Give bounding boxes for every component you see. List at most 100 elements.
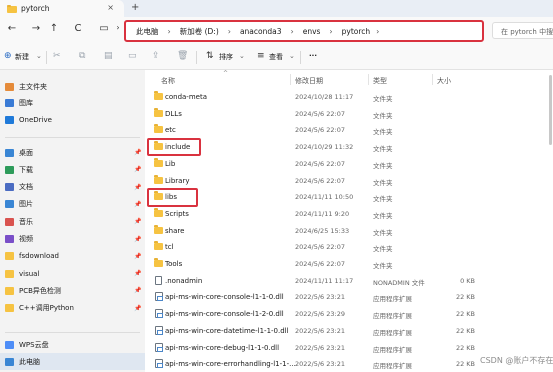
up-icon[interactable]: ↑	[47, 23, 61, 34]
pin-icon[interactable]: 📌	[134, 184, 141, 191]
search-input[interactable]: 在 pytorch 中搜索	[492, 22, 553, 39]
folder-icon	[154, 174, 163, 184]
folder-icon	[154, 241, 163, 251]
rename-icon[interactable]: ▭	[128, 51, 137, 61]
sidebar-item[interactable]: 音乐 📌	[0, 213, 145, 230]
breadcrumb-end-chevron-icon[interactable]: ›	[376, 27, 379, 36]
sidebar-item-icon	[5, 115, 14, 124]
cut-icon[interactable]: ✂	[53, 51, 61, 61]
monitor-icon[interactable]: ▭	[97, 23, 111, 34]
view-button[interactable]: 查看	[269, 52, 283, 62]
file-row[interactable]: api-ms-win-core-debug-l1-1-0.dll 2022/5/6…	[145, 340, 553, 357]
paste-icon[interactable]: ▤	[104, 51, 113, 61]
chevron-right-icon[interactable]: ›	[111, 23, 125, 32]
sort-button[interactable]: 排序	[219, 52, 233, 62]
breadcrumb-this-pc[interactable]: 此电脑	[136, 26, 159, 37]
scrollbar[interactable]	[549, 75, 552, 145]
sidebar-item[interactable]: 桌面 📌	[0, 144, 145, 161]
file-type: 文件夹	[373, 128, 393, 137]
sidebar-item[interactable]: fsdownload 📌	[0, 248, 145, 265]
sidebar-item[interactable]: 图库	[0, 95, 145, 112]
sidebar-item-icon	[5, 357, 14, 366]
pin-icon[interactable]: 📌	[134, 253, 141, 260]
file-row[interactable]: include 2024/10/29 11:32 文件夹	[145, 139, 553, 156]
pin-icon[interactable]: 📌	[134, 305, 141, 312]
sidebar-item[interactable]: OneDrive	[0, 111, 145, 128]
file-row[interactable]: .nonadmin 2024/11/11 11:17 NONADMIN 文件 0 KB	[145, 273, 553, 290]
more-options-button[interactable]: ···	[309, 52, 317, 60]
sidebar-item[interactable]: 下载 📌	[0, 161, 145, 178]
forward-icon[interactable]: →	[29, 23, 43, 34]
delete-icon[interactable]: 🗑	[177, 51, 188, 61]
column-header-type[interactable]: 类型	[373, 76, 387, 86]
column-header-date[interactable]: 修改日期	[295, 76, 323, 86]
file-row[interactable]: tcl 2024/5/6 22:07 文件夹	[145, 239, 553, 256]
pin-icon[interactable]: 📌	[134, 149, 141, 156]
breadcrumb-drive-d[interactable]: 新加卷 (D:)	[180, 26, 219, 37]
chevron-down-icon[interactable]: ⌄	[239, 52, 245, 60]
breadcrumb-separator[interactable]: ›	[228, 27, 231, 36]
sidebar-item[interactable]: WPS云盘	[0, 336, 145, 353]
address-bar[interactable]: 此电脑 › 新加卷 (D:) › anaconda3 › envs › pyto…	[124, 20, 484, 42]
chevron-down-icon[interactable]: ⌄	[36, 52, 42, 60]
file-row[interactable]: libs 2024/11/11 10:50 文件夹	[145, 189, 553, 206]
breadcrumb-pytorch[interactable]: pytorch	[342, 27, 371, 36]
sidebar-item[interactable]: visual 📌	[0, 265, 145, 282]
pin-icon[interactable]: 📌	[134, 270, 141, 277]
file-row[interactable]: Library 2024/5/6 22:07 文件夹	[145, 173, 553, 190]
copy-icon[interactable]: ⧉	[79, 51, 85, 61]
file-type: 文件夹	[373, 111, 393, 120]
sidebar-item[interactable]: 文档 📌	[0, 179, 145, 196]
chevron-down-icon[interactable]: ⌄	[289, 52, 295, 60]
tab-pytorch[interactable]: pytorch ×	[0, 0, 124, 17]
new-tab-button[interactable]: +	[131, 2, 139, 13]
file-type: 文件夹	[373, 145, 393, 154]
refresh-icon[interactable]: C	[71, 23, 85, 34]
share-icon[interactable]: ⇪	[152, 51, 160, 61]
file-row[interactable]: share 2024/6/25 15:33 文件夹	[145, 223, 553, 240]
pin-icon[interactable]: 📌	[134, 166, 141, 173]
sidebar-item-icon	[5, 165, 14, 174]
view-icon: ≡	[257, 51, 265, 61]
file-row[interactable]: Scripts 2024/11/11 9:20 文件夹	[145, 206, 553, 223]
sidebar-divider	[5, 332, 140, 333]
pin-icon[interactable]: 📌	[134, 218, 141, 225]
pin-icon[interactable]: 📌	[134, 201, 141, 208]
file-name: Library	[165, 176, 190, 185]
sidebar-item[interactable]: PCB异色检测 📌	[0, 282, 145, 299]
file-row[interactable]: etc 2024/5/6 22:07 文件夹	[145, 122, 553, 139]
breadcrumb-separator[interactable]: ›	[291, 27, 294, 36]
file-row[interactable]: Tools 2024/5/6 22:07 文件夹	[145, 256, 553, 273]
pin-icon[interactable]: 📌	[134, 236, 141, 243]
sidebar-item[interactable]: C++调用Python 📌	[0, 300, 145, 317]
file-type: 文件夹	[373, 262, 393, 270]
column-divider[interactable]	[290, 74, 291, 85]
breadcrumb-envs[interactable]: envs	[303, 27, 321, 36]
column-divider[interactable]	[368, 74, 369, 85]
file-date: 2024/11/11 11:17	[295, 276, 354, 285]
file-row[interactable]: api-ms-win-core-console-l1-2-0.dll 2022/5…	[145, 306, 553, 323]
file-date: 2024/11/11 10:50	[295, 193, 354, 202]
file-row[interactable]: conda-meta 2024/10/28 11:17 文件夹	[145, 89, 553, 106]
file-row[interactable]: api-ms-win-core-datetime-l1-1-0.dll 2022/…	[145, 323, 553, 340]
file-date: 2024/5/6 22:07	[295, 176, 345, 185]
breadcrumb-separator[interactable]: ›	[329, 27, 332, 36]
column-header-size[interactable]: 大小	[437, 76, 451, 86]
new-button[interactable]: 新建	[15, 52, 29, 62]
sidebar-item-icon	[5, 82, 14, 91]
pin-icon[interactable]: 📌	[134, 287, 141, 294]
close-icon[interactable]: ×	[107, 3, 114, 12]
sidebar-item[interactable]: 视频 📌	[0, 231, 145, 248]
sidebar-item[interactable]: 主文件夹	[0, 78, 145, 95]
column-header-name[interactable]: 名称	[161, 76, 175, 86]
file-row[interactable]: api-ms-win-core-console-l1-1-0.dll 2022/5…	[145, 289, 553, 306]
sidebar-item[interactable]: 此电脑	[0, 353, 145, 370]
file-row[interactable]: DLLs 2024/5/6 22:07 文件夹	[145, 106, 553, 123]
column-divider[interactable]	[432, 74, 433, 85]
back-icon[interactable]: ←	[5, 23, 19, 34]
sidebar-item[interactable]: 图片 📌	[0, 196, 145, 213]
divider	[46, 51, 47, 64]
breadcrumb-anaconda3[interactable]: anaconda3	[240, 27, 282, 36]
file-row[interactable]: Lib 2024/5/6 22:07 文件夹	[145, 156, 553, 173]
breadcrumb-separator[interactable]: ›	[168, 27, 171, 36]
